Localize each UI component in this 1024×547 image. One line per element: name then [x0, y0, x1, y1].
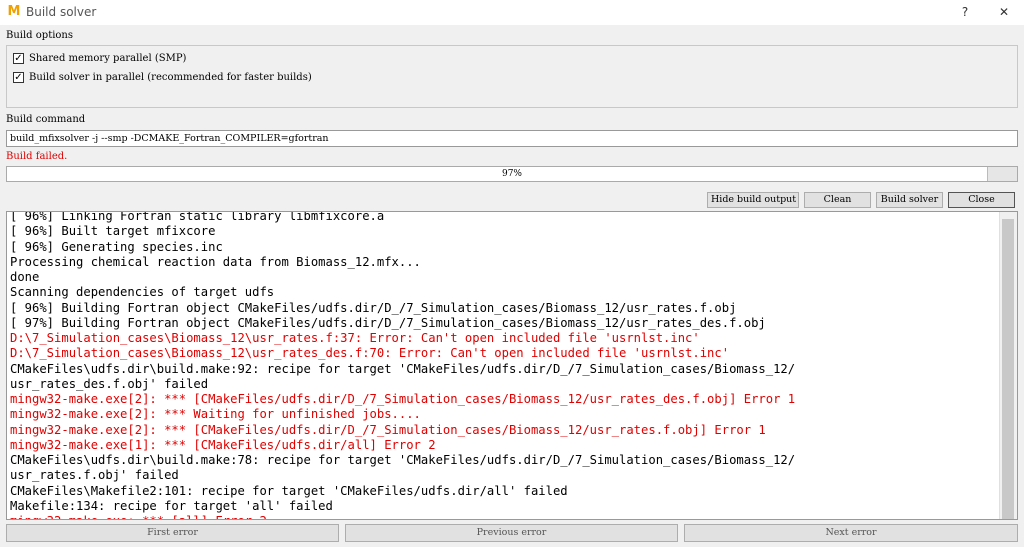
window-title: Build solver [26, 5, 97, 19]
build-solver-button[interactable]: Build solver [876, 192, 943, 208]
mfix-logo-icon: M [7, 4, 21, 19]
build-output-text[interactable]: [ 96%] Linking Fortran static library li… [6, 211, 1018, 520]
clean-button[interactable]: Clean [804, 192, 871, 208]
output-scrollbar[interactable] [999, 212, 1017, 519]
output-error-line: mingw32-make.exe[2]: *** [CMakeFiles/udf… [10, 392, 796, 406]
output-line: Scanning dependencies of target udfs [10, 285, 275, 300]
build-progress-bar: 97% [6, 166, 1018, 182]
output-line: [ 97%] Building Fortran object CMakeFile… [10, 315, 766, 330]
output-line: [ 96%] Building Fortran object CMakeFile… [10, 300, 737, 315]
output-line: [ 96%] Generating species.inc [10, 239, 223, 254]
parallel-label: Build solver in parallel (recommended fo… [29, 72, 312, 83]
output-error-line: mingw32-make.exe: *** [all] Error 2 [10, 514, 997, 519]
build-command-input[interactable] [6, 130, 1018, 147]
output-line: usr_rates_des.f.obj' failed [10, 376, 209, 391]
build-options-label: Build options [6, 30, 73, 41]
output-error-line: D:\7_Simulation_cases\Biomass_12\usr_rat… [10, 331, 700, 345]
build-status: Build failed. [6, 151, 68, 162]
build-options-group: ✓ Shared memory parallel (SMP) ✓ Build s… [6, 45, 1018, 108]
output-line: CMakeFiles\udfs.dir\build.make:78: recip… [10, 453, 796, 467]
previous-error-button[interactable]: Previous error [345, 524, 678, 542]
scrollbar-thumb[interactable] [1002, 219, 1014, 519]
output-error-line: mingw32-make.exe[1]: *** [CMakeFiles/udf… [10, 437, 436, 452]
build-output-lines: [ 96%] Linking Fortran static library li… [10, 211, 997, 519]
next-error-button[interactable]: Next error [684, 524, 1018, 542]
build-command-label: Build command [6, 114, 86, 125]
progress-text: 97% [501, 169, 522, 179]
output-line: [ 96%] Linking Fortran static library li… [10, 211, 385, 223]
output-error-line: mingw32-make.exe[2]: *** Waiting for unf… [10, 407, 421, 422]
output-line: usr_rates.f.obj' failed [10, 468, 179, 483]
output-line: done [10, 270, 40, 284]
output-line: Processing chemical reaction data from B… [10, 254, 421, 269]
hide-build-output-button[interactable]: Hide build output [707, 192, 799, 208]
parallel-option[interactable]: ✓ Build solver in parallel (recommended … [13, 72, 312, 83]
smp-option[interactable]: ✓ Shared memory parallel (SMP) [13, 53, 186, 64]
parallel-checkbox[interactable]: ✓ [13, 72, 24, 83]
close-window-icon[interactable]: ✕ [994, 3, 1014, 21]
output-line: Makefile:134: recipe for target 'all' fa… [10, 498, 333, 513]
help-button[interactable]: ? [955, 3, 975, 21]
smp-label: Shared memory parallel (SMP) [29, 53, 187, 64]
close-button[interactable]: Close [948, 192, 1015, 208]
first-error-button[interactable]: First error [6, 524, 339, 542]
title-bar: M Build solver ? ✕ [0, 0, 1024, 25]
output-line: CMakeFiles\udfs.dir\build.make:92: recip… [10, 361, 796, 376]
output-error-line: mingw32-make.exe[2]: *** [CMakeFiles/udf… [10, 422, 766, 437]
smp-checkbox[interactable]: ✓ [13, 53, 24, 64]
output-error-line: D:\7_Simulation_cases\Biomass_12\usr_rat… [10, 346, 730, 361]
output-line: CMakeFiles\Makefile2:101: recipe for tar… [10, 483, 568, 498]
output-line: [ 96%] Built target mfixcore [10, 224, 216, 239]
